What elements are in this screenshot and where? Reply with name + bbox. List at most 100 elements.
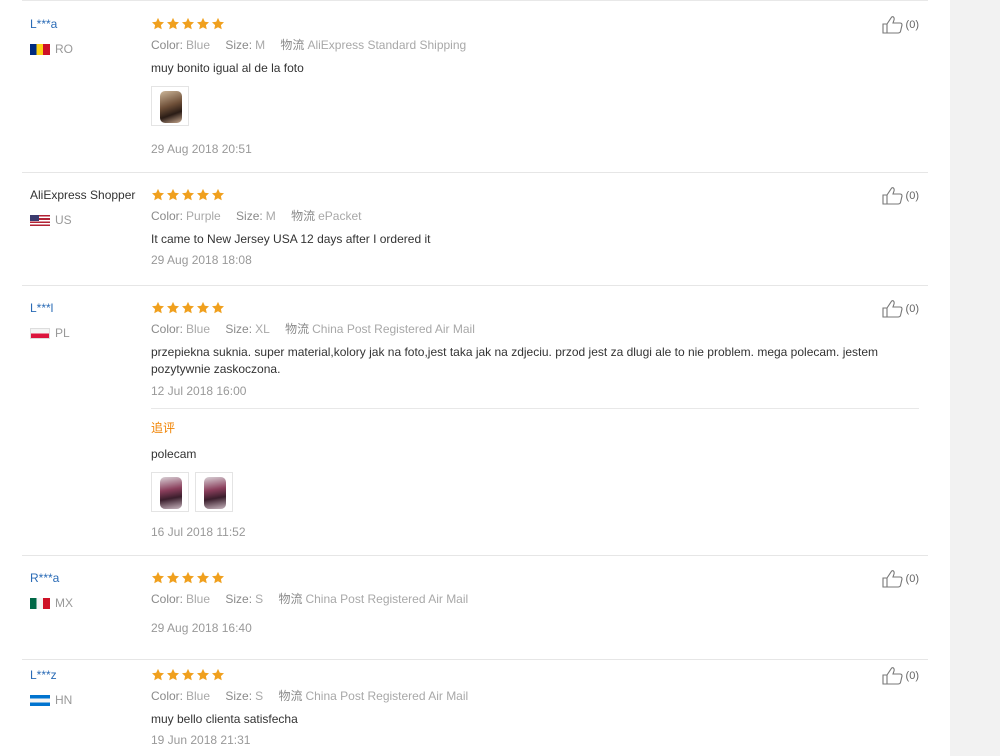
size-label: Size: [225, 38, 253, 52]
reviewer-country: US [30, 213, 135, 227]
star-rating [151, 667, 921, 683]
review-body: Color: Blue Size: S 物流 China Post Registere… [151, 667, 921, 748]
star-icon [196, 571, 210, 584]
helpful-count: (0) [905, 190, 919, 202]
review-photo-thumbnail[interactable] [151, 86, 189, 126]
dress-photo [204, 477, 226, 509]
size-value: XL [255, 322, 270, 336]
shipping-label: 物流 [278, 592, 303, 606]
page-gutter [950, 0, 1000, 756]
review-text: It came to New Jersey USA 12 days after … [151, 232, 431, 246]
country-code: PL [55, 326, 70, 340]
review-item: R***a MX Color: Blue Size: S 物流 China Post … [22, 570, 928, 660]
followup-photos [151, 472, 921, 512]
star-icon [196, 301, 210, 314]
shipping-value: AliExpress Standard Shipping [307, 38, 467, 52]
star-icon [151, 301, 165, 314]
reviewer-info: R***a MX [30, 570, 73, 610]
shipping-label: 物流 [285, 322, 310, 336]
color-label: Color: [151, 689, 184, 703]
thumbs-up-icon [881, 16, 903, 34]
star-icon [166, 668, 180, 681]
star-icon [181, 571, 195, 584]
star-icon [151, 571, 165, 584]
color-label: Color: [151, 209, 184, 223]
helpful-button[interactable]: (0) [881, 570, 919, 588]
review-photo-thumbnail[interactable] [151, 472, 189, 512]
reviewer-name[interactable]: L***z [30, 667, 72, 683]
helpful-button[interactable]: (0) [881, 300, 919, 318]
star-icon [181, 17, 195, 30]
flag-pl-icon [30, 327, 50, 339]
star-icon [166, 571, 180, 584]
reviewer-info: L***z HN [30, 667, 72, 707]
review-date: 29 Aug 2018 18:08 [151, 253, 252, 267]
reviewer-country: PL [30, 326, 70, 340]
divider [151, 408, 919, 409]
helpful-button[interactable]: (0) [881, 16, 919, 34]
reviewer-name: AliExpress Shopper [30, 188, 136, 202]
color-value: Blue [186, 592, 211, 606]
star-icon [166, 188, 180, 201]
thumbs-up-icon [881, 300, 903, 318]
helpful-button[interactable]: (0) [881, 667, 919, 685]
review-item: L***l PL Color: Blue Size: XL 物流 China Post… [22, 300, 928, 556]
review-attributes: Color: Blue Size: XL 物流 China Post Register… [151, 321, 921, 337]
helpful-button[interactable]: (0) [881, 187, 919, 205]
reviewer-name[interactable]: L***a [30, 16, 73, 32]
star-icon [181, 188, 195, 201]
shipping-value: China Post Registered Air Mail [312, 322, 475, 336]
star-icon [211, 668, 225, 681]
star-icon [196, 188, 210, 201]
review-date: 29 Aug 2018 20:51 [151, 142, 252, 156]
flag-ro-icon [30, 43, 50, 55]
star-rating [151, 187, 921, 203]
followup-date: 16 Jul 2018 11:52 [151, 525, 246, 539]
reviewer-name[interactable]: L***l [30, 300, 70, 316]
size-label: Size: [225, 322, 253, 336]
star-icon [196, 668, 210, 681]
country-code: MX [55, 596, 73, 610]
star-rating [151, 570, 921, 586]
review-photo-thumbnail[interactable] [195, 472, 233, 512]
star-icon [151, 17, 165, 30]
review-attributes: Color: Purple Size: M 物流 ePacket [151, 208, 921, 224]
review-body: Color: Blue Size: S 物流 China Post Registere… [151, 570, 921, 636]
shipping-label: 物流 [291, 209, 316, 223]
thumbs-up-icon [881, 667, 903, 685]
color-label: Color: [151, 322, 184, 336]
reviewer-country: MX [30, 596, 73, 610]
shipping-label: 物流 [280, 38, 305, 52]
size-label: Size: [236, 209, 263, 223]
country-code: HN [55, 693, 73, 707]
color-value: Blue [186, 689, 211, 703]
review-text: muy bonito igual al de la foto [151, 61, 304, 75]
size-value: S [255, 592, 264, 606]
star-icon [166, 17, 180, 30]
size-label: Size: [225, 592, 253, 606]
flag-mx-icon [30, 597, 50, 609]
shipping-value: China Post Registered Air Mail [305, 592, 469, 606]
color-value: Blue [186, 322, 211, 336]
reviewer-info: L***l PL [30, 300, 70, 340]
star-icon [151, 668, 165, 681]
thumbs-up-icon [881, 187, 903, 205]
helpful-count: (0) [905, 303, 919, 315]
size-label: Size: [225, 689, 253, 703]
color-value: Blue [186, 38, 211, 52]
review-date: 29 Aug 2018 16:40 [151, 621, 252, 635]
color-label: Color: [151, 592, 184, 606]
reviewer-name[interactable]: R***a [30, 570, 73, 586]
review-body: Color: Purple Size: M 物流 ePacket It came to… [151, 187, 921, 268]
followup-title: 追评 [151, 421, 176, 435]
review-item: L***z HN Color: Blue Size: S 物流 China Post … [22, 667, 928, 756]
review-item: AliExpress Shopper US Color: Purple Size:… [22, 187, 928, 286]
review-body: Color: Blue Size: M 物流 AliExpress Standard … [151, 16, 921, 157]
star-icon [166, 301, 180, 314]
followup-text: polecam [151, 447, 197, 461]
review-attributes: Color: Blue Size: S 物流 China Post Registere… [151, 688, 921, 704]
dress-photo [160, 91, 182, 123]
divider [22, 0, 928, 1]
flag-us-icon [30, 214, 50, 226]
review-item: L***a RO Color: Blue Size: M 物流 AliExpress … [22, 16, 928, 173]
